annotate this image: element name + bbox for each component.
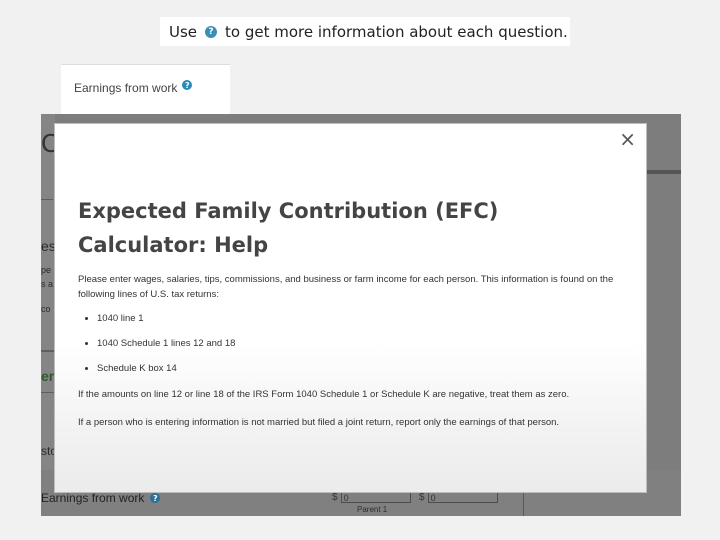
help-icon[interactable]: ? (182, 80, 193, 90)
list-item: 1040 Schedule 1 lines 12 and 18 (97, 337, 623, 351)
caption-suffix: to get more information about each quest… (225, 22, 568, 41)
divider (41, 199, 53, 200)
earnings-row-label: Earnings from work ? (41, 491, 168, 505)
parent-column-label: Parent 1 (357, 505, 388, 514)
earnings-label-row: Earnings from work ? (74, 80, 193, 95)
background-section-heading: er (41, 368, 55, 384)
background-text-fragment: co (41, 304, 51, 314)
background-header-bar (646, 170, 681, 174)
instruction-caption: Use ? to get more information about each… (160, 17, 570, 46)
earnings-label: Earnings from work (74, 81, 178, 95)
earnings-label-crop: Earnings from work ? (61, 64, 230, 116)
help-icon[interactable]: ? (150, 493, 161, 503)
modal-body: Please enter wages, salaries, tips, comm… (78, 272, 623, 430)
earnings-row-text: Earnings from work (41, 491, 145, 505)
tax-line-list: 1040 line 1 1040 Schedule 1 lines 12 and… (78, 312, 623, 376)
divider (41, 392, 55, 393)
help-icon: ? (205, 25, 218, 38)
help-modal: × Expected Family Contribution (EFC) Cal… (54, 123, 647, 493)
list-item: Schedule K box 14 (97, 362, 623, 376)
list-item: 1040 line 1 (97, 312, 623, 326)
negative-amount-note: If the amounts on line 12 or line 18 of … (78, 389, 570, 400)
background-text-fragment: pe (41, 265, 52, 275)
modal-intro: Please enter wages, salaries, tips, comm… (78, 274, 614, 300)
background-text-fragment: s a (41, 279, 54, 289)
currency-symbol: $ (332, 491, 338, 503)
modal-title: Expected Family Contribution (EFC) Calcu… (78, 199, 499, 257)
caption-prefix: Use (169, 22, 198, 41)
currency-symbol: $ (419, 491, 425, 503)
close-icon[interactable]: × (619, 129, 636, 149)
joint-return-note: If a person who is entering information … (78, 417, 560, 428)
divider (41, 350, 55, 352)
